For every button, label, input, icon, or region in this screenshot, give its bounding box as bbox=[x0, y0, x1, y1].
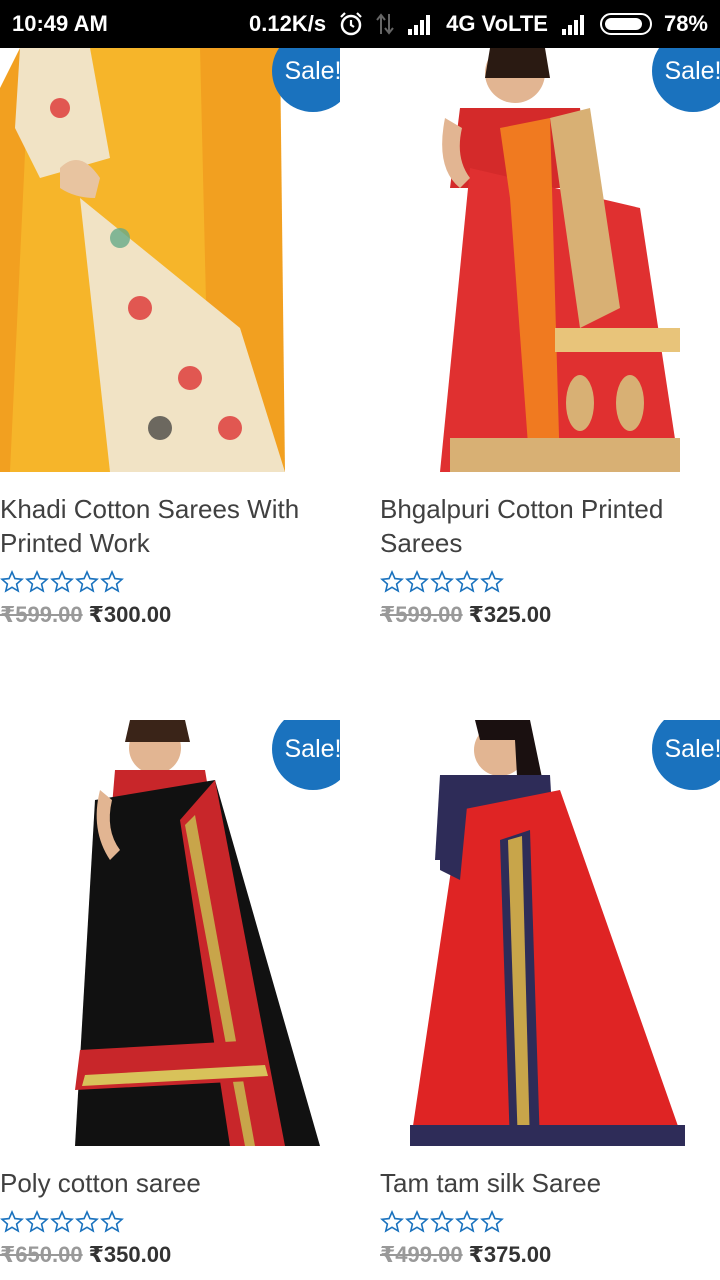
product-title[interactable]: Bhgalpuri Cotton Printed Sarees bbox=[380, 492, 720, 560]
star-outline-icon bbox=[50, 570, 74, 593]
old-price: ₹650.00 bbox=[0, 1242, 83, 1267]
saree-image-black bbox=[0, 720, 340, 1146]
star-outline-icon bbox=[430, 1210, 454, 1233]
product-title[interactable]: Khadi Cotton Sarees With Printed Work bbox=[0, 492, 340, 560]
star-outline-icon bbox=[480, 570, 504, 593]
saree-image-red bbox=[380, 48, 720, 472]
product-image[interactable]: Sale! bbox=[0, 720, 340, 1146]
data-transfer-icon bbox=[376, 12, 394, 36]
star-outline-icon bbox=[405, 1210, 429, 1233]
status-bar: 10:49 AM 0.12K/s 4G VoLTE 78% bbox=[0, 0, 720, 48]
network-speed: 0.12K/s bbox=[249, 11, 327, 36]
star-outline-icon bbox=[0, 570, 24, 593]
star-outline-icon bbox=[455, 1210, 479, 1233]
product-grid: Sale! Khadi Cotton Sarees With Printed W… bbox=[0, 0, 720, 1280]
rating-stars bbox=[380, 1210, 720, 1238]
product-card[interactable]: Sale! Tam tam silk Saree ₹499.00 ₹375.00 bbox=[380, 720, 720, 1268]
star-outline-icon bbox=[25, 1210, 49, 1233]
product-price: ₹650.00 ₹350.00 bbox=[0, 1242, 340, 1268]
product-card[interactable]: Sale! Bhgalpuri Cotton Printed Sarees ₹5… bbox=[380, 48, 720, 628]
star-outline-icon bbox=[50, 1210, 74, 1233]
rating-stars bbox=[0, 570, 340, 598]
star-outline-icon bbox=[430, 570, 454, 593]
battery-icon bbox=[599, 13, 652, 35]
sale-price: ₹300.00 bbox=[88, 602, 172, 627]
product-price: ₹599.00 ₹300.00 bbox=[0, 602, 340, 628]
status-time: 10:49 AM bbox=[12, 11, 108, 36]
star-outline-icon bbox=[75, 1210, 99, 1233]
alarm-icon bbox=[338, 11, 364, 37]
product-card[interactable]: Sale! Khadi Cotton Sarees With Printed W… bbox=[0, 48, 340, 628]
product-image[interactable]: Sale! bbox=[380, 720, 720, 1146]
product-price: ₹599.00 ₹325.00 bbox=[380, 602, 720, 628]
old-price: ₹599.00 bbox=[380, 602, 463, 627]
rating-stars bbox=[0, 1210, 340, 1238]
sale-price: ₹325.00 bbox=[468, 602, 552, 627]
star-outline-icon bbox=[100, 570, 124, 593]
star-outline-icon bbox=[380, 570, 404, 593]
network-label: 4G VoLTE bbox=[446, 11, 548, 36]
saree-image-red-silk bbox=[380, 720, 720, 1146]
star-outline-icon bbox=[75, 570, 99, 593]
star-outline-icon bbox=[455, 570, 479, 593]
product-title[interactable]: Poly cotton saree bbox=[0, 1166, 340, 1200]
star-outline-icon bbox=[25, 570, 49, 593]
product-image[interactable]: Sale! bbox=[380, 48, 720, 472]
star-outline-icon bbox=[100, 1210, 124, 1233]
product-title[interactable]: Tam tam silk Saree bbox=[380, 1166, 720, 1200]
star-outline-icon bbox=[480, 1210, 504, 1233]
rating-stars bbox=[380, 570, 720, 598]
sale-price: ₹375.00 bbox=[468, 1242, 552, 1267]
star-outline-icon bbox=[0, 1210, 24, 1233]
old-price: ₹499.00 bbox=[380, 1242, 463, 1267]
star-outline-icon bbox=[380, 1210, 404, 1233]
signal-icon bbox=[560, 13, 588, 35]
product-card[interactable]: Sale! Poly cotton saree ₹650.00 ₹350.00 bbox=[0, 720, 340, 1268]
star-outline-icon bbox=[405, 570, 429, 593]
product-price: ₹499.00 ₹375.00 bbox=[380, 1242, 720, 1268]
battery-level: 78% bbox=[663, 11, 708, 36]
saree-image-yellow bbox=[0, 48, 340, 472]
sale-price: ₹350.00 bbox=[88, 1242, 172, 1267]
signal-icon bbox=[406, 13, 434, 35]
old-price: ₹599.00 bbox=[0, 602, 83, 627]
product-image[interactable]: Sale! bbox=[0, 48, 340, 472]
